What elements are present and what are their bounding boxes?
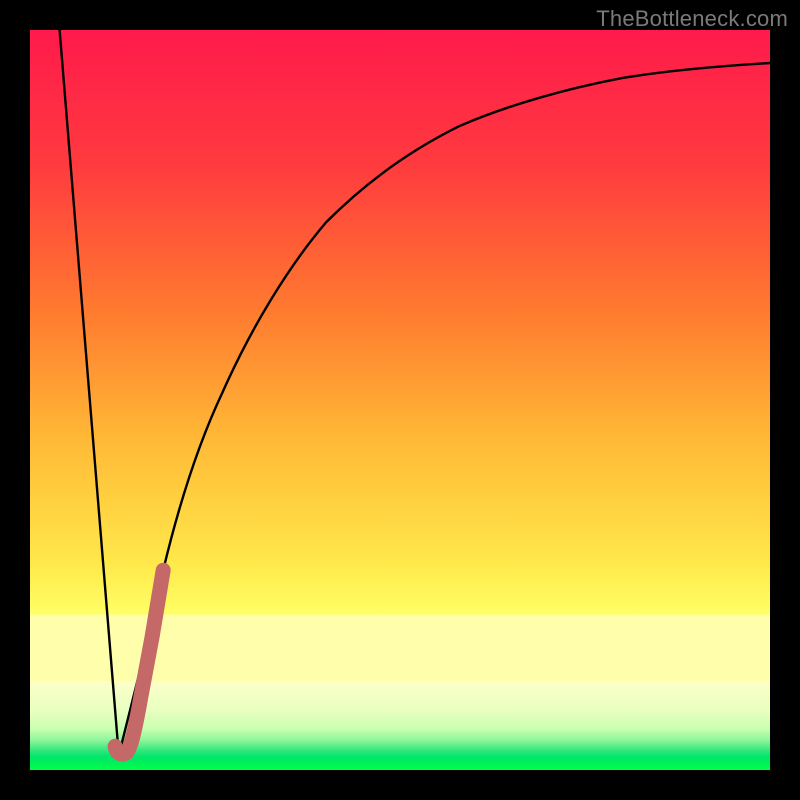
chart-frame: TheBottleneck.com (0, 0, 800, 800)
series-right-rise (119, 63, 770, 755)
series-left-descent (60, 30, 119, 755)
chart-curves (30, 30, 770, 770)
plot-area (30, 30, 770, 770)
attribution-label: TheBottleneck.com (596, 6, 788, 32)
marker-hook (115, 570, 163, 754)
